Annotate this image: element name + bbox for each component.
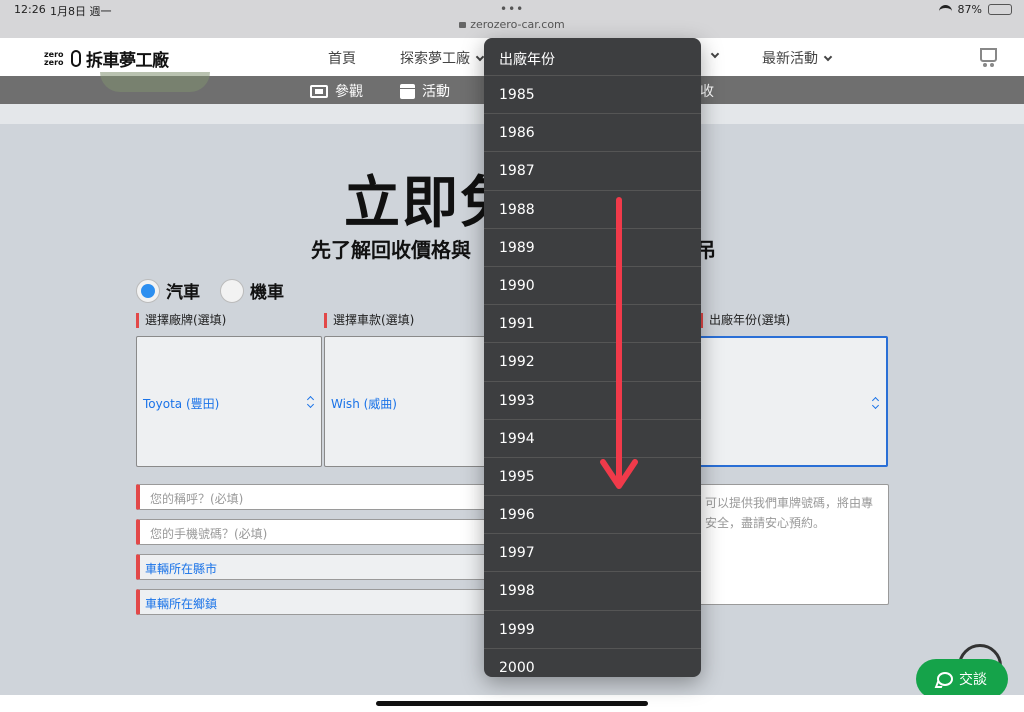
sub-nav-events[interactable]: 活動 bbox=[400, 81, 450, 101]
year-select[interactable] bbox=[698, 336, 888, 467]
year-option[interactable]: 1996 bbox=[484, 496, 701, 535]
model-select-value: Wish (威曲) bbox=[331, 397, 397, 411]
sub-nav-visit[interactable]: 參觀 bbox=[310, 81, 363, 101]
cart-icon[interactable] bbox=[980, 48, 997, 67]
phone-input[interactable]: 您的手機號碼？(必填) bbox=[136, 519, 496, 545]
year-option[interactable]: 1990 bbox=[484, 267, 701, 306]
page-subtitle: 先了解回收價格與 bbox=[311, 238, 471, 262]
wifi-icon bbox=[938, 5, 952, 14]
year-option[interactable]: 1985 bbox=[484, 76, 701, 115]
logo-name: 拆車夢工廠 bbox=[86, 51, 169, 71]
ios-status-bar: 12:26 1月8日 週一 ••• zerozero-car.com 87% bbox=[0, 0, 1024, 38]
radio-motorcycle[interactable]: 機車 bbox=[220, 278, 284, 303]
year-option[interactable]: 1989 bbox=[484, 229, 701, 267]
chat-bubble-icon bbox=[937, 672, 953, 686]
brand-label: 選擇廠牌(選填) bbox=[136, 313, 226, 328]
select-arrows-icon bbox=[307, 396, 314, 408]
radio-empty-icon bbox=[220, 278, 244, 303]
logo-zero-text: zero zero bbox=[44, 49, 64, 67]
year-option[interactable]: 1987 bbox=[484, 152, 701, 191]
name-input[interactable]: 您的稱呼？(必填) bbox=[136, 484, 496, 510]
multitask-dots-icon[interactable]: ••• bbox=[500, 2, 524, 16]
nav-explore[interactable]: 探索夢工廠 bbox=[400, 48, 485, 68]
sub-nav-recycle[interactable]: 收 bbox=[700, 81, 714, 101]
battery-icon bbox=[988, 4, 1012, 15]
year-option[interactable]: 1995 bbox=[484, 458, 701, 497]
nav-hidden-menu[interactable] bbox=[705, 48, 720, 64]
year-option[interactable]: 1986 bbox=[484, 114, 701, 153]
select-arrows-icon bbox=[872, 397, 879, 409]
chevron-down-icon bbox=[710, 49, 720, 59]
year-option[interactable]: 1997 bbox=[484, 534, 701, 573]
address-bar[interactable]: zerozero-car.com bbox=[0, 18, 1024, 31]
home-indicator[interactable] bbox=[376, 701, 648, 706]
model-select[interactable]: Wish (威曲) bbox=[324, 336, 494, 467]
status-date: 1月8日 週一 bbox=[50, 5, 112, 18]
year-option[interactable]: 1999 bbox=[484, 611, 701, 649]
status-indicators: 87% bbox=[938, 3, 1012, 16]
radio-car[interactable]: 汽車 bbox=[136, 278, 200, 303]
hero-decoration bbox=[100, 72, 210, 92]
note-textarea[interactable]: 可以提供我們車牌號碼，將由專 安全，盡請安心預約。 bbox=[698, 484, 889, 605]
picker-title: 出廠年份 bbox=[484, 38, 701, 76]
brand-select-value: Toyota (豐田) bbox=[143, 397, 220, 411]
brand-select[interactable]: Toyota (豐田) bbox=[136, 336, 322, 467]
ticket-icon bbox=[310, 84, 328, 98]
year-option[interactable]: 1992 bbox=[484, 343, 701, 382]
town-select[interactable]: 車輛所在鄉鎮 bbox=[136, 589, 496, 615]
calendar-icon bbox=[400, 83, 415, 99]
logo-mark-icon bbox=[71, 50, 81, 67]
status-time: 12:26 bbox=[14, 3, 46, 16]
year-option[interactable]: 1991 bbox=[484, 305, 701, 344]
model-label: 選擇車款(選填) bbox=[324, 313, 414, 328]
url-text: zerozero-car.com bbox=[470, 18, 565, 31]
chevron-down-icon bbox=[823, 52, 833, 62]
year-option[interactable]: 1994 bbox=[484, 420, 701, 458]
city-select[interactable]: 車輛所在縣市 bbox=[136, 554, 496, 580]
year-option[interactable]: 2000 bbox=[484, 649, 701, 677]
chevron-down-icon bbox=[475, 52, 485, 62]
nav-latest-events[interactable]: 最新活動 bbox=[762, 48, 833, 68]
lock-icon bbox=[459, 22, 467, 28]
year-option[interactable]: 1998 bbox=[484, 572, 701, 611]
year-option[interactable]: 1988 bbox=[484, 191, 701, 229]
chat-button[interactable]: 交談 bbox=[916, 659, 1008, 699]
nav-home[interactable]: 首頁 bbox=[328, 48, 356, 68]
radio-selected-icon bbox=[136, 278, 160, 303]
year-option[interactable]: 1993 bbox=[484, 382, 701, 420]
site-logo[interactable]: zero zero 拆車夢工廠 bbox=[44, 46, 169, 71]
year-label: 出廠年份(選填) bbox=[700, 313, 790, 328]
year-picker-dropdown[interactable]: 出廠年份 1985 1986 1987 1988 1989 1990 1991 1992 199… bbox=[484, 38, 701, 677]
battery-percent: 87% bbox=[957, 3, 982, 16]
